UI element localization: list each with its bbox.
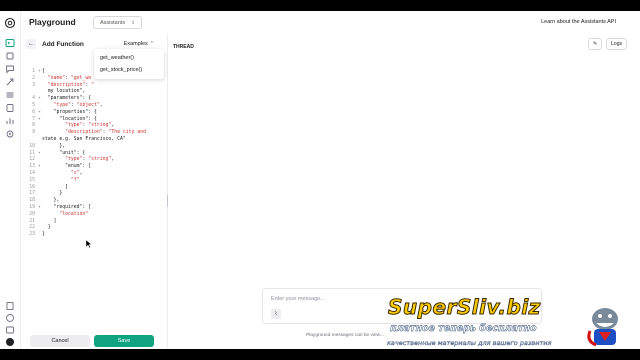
example-option-get-stock-price[interactable]: get_stock_price(): [94, 64, 164, 76]
mouse-cursor-icon: [86, 240, 92, 248]
line-number: 18: [29, 198, 35, 204]
examples-label: Examples: [123, 41, 148, 47]
usage-icon[interactable]: [5, 116, 15, 126]
code-text: }: [42, 232, 45, 238]
chat-icon[interactable]: [5, 64, 15, 74]
shark-mascot-icon: [587, 308, 618, 347]
line-number: 4: [32, 96, 35, 102]
line-number: 14: [29, 170, 35, 176]
mode-select-value: Assistants: [100, 19, 126, 26]
code-text: },: [42, 143, 66, 149]
thread-label: THREAD: [173, 44, 194, 50]
code-line: state e.g. San Francisco, CA": [20, 137, 167, 144]
settings-icon[interactable]: [5, 129, 15, 139]
examples-dropdown: get_weather() get_stock_price(): [94, 49, 164, 79]
line-number: [20, 89, 38, 96]
storage-icon[interactable]: [5, 103, 15, 113]
code-text: state e.g. San Francisco, CA": [42, 136, 126, 142]
finetune-icon[interactable]: [5, 77, 15, 87]
chevron-updown-icon: ⇕: [131, 19, 136, 26]
code-line: 19 ▾ "required": [: [20, 205, 167, 212]
top-header: Playground Assistants ⇕ Learn about the …: [20, 11, 640, 33]
code-text: "enum": [: [42, 164, 92, 170]
function-editor-panel: ← Add Function Examples ⌃ 1 ▾{2 "name": "…: [20, 33, 168, 349]
assistants-icon[interactable]: [5, 51, 15, 61]
examples-button[interactable]: Examples ⌃: [124, 41, 154, 47]
code-line: 9 "description": "The city and: [20, 130, 167, 137]
mode-select[interactable]: Assistants ⇕: [93, 16, 143, 29]
code-line: 15 "f": [20, 178, 167, 185]
line-number: 9: [32, 130, 35, 136]
line-number: 6: [32, 109, 35, 115]
code-text: "description": "The city and: [42, 130, 146, 136]
panel-title: Add Function: [42, 41, 84, 48]
thread-panel: THREAD: [167, 33, 260, 349]
line-number: 7: [32, 116, 35, 122]
watermark-subtitle: платное теперь бесплатно: [390, 323, 537, 334]
code-text: },: [42, 198, 60, 204]
watermark: SuperSliv.biz платное теперь бесплатно к…: [384, 293, 634, 355]
openai-logo-icon[interactable]: [4, 17, 16, 29]
paperclip-icon: ⌇: [274, 311, 278, 317]
code-line: 13 ▾ "enum": [: [20, 164, 167, 171]
line-number: [20, 137, 38, 144]
line-number: 19: [29, 204, 35, 210]
code-text: "c",: [42, 170, 83, 176]
code-line: 20 "location": [20, 212, 167, 219]
org-icon[interactable]: [5, 325, 15, 335]
line-number: 13: [29, 164, 35, 170]
code-text: "name": "get_we: [42, 75, 92, 81]
batches-icon[interactable]: [5, 90, 15, 100]
letterbox-bottom: [0, 349, 640, 360]
example-option-get-weather[interactable]: get_weather(): [94, 52, 164, 64]
line-number: 2: [32, 75, 35, 81]
code-text: "location": [42, 211, 89, 217]
clear-thread-button[interactable]: ✎: [587, 38, 603, 50]
code-line: 10 },: [20, 144, 167, 151]
code-line: 5 "type": "object",: [20, 103, 167, 110]
cancel-button[interactable]: Cancel: [30, 335, 90, 347]
playground-app: Playground Assistants ⇕ Learn about the …: [0, 11, 640, 349]
docs-icon[interactable]: [5, 301, 15, 311]
code-line: 23}: [20, 232, 167, 239]
code-text: {: [42, 69, 45, 74]
code-text: "type": "object",: [42, 102, 103, 108]
code-line: 4 ▾ "parameters": {: [20, 96, 167, 103]
code-line: 6 ▾ "properties": {: [20, 110, 167, 117]
line-number: 23: [29, 232, 35, 238]
sidebar-rail: [0, 11, 21, 349]
line-number: 3: [32, 82, 35, 88]
logs-button[interactable]: Logs: [606, 38, 627, 50]
code-text: "properties": {: [42, 109, 97, 115]
broom-icon: ✎: [592, 41, 598, 47]
learn-assistants-link[interactable]: Learn about the Assistants API: [541, 19, 616, 25]
attach-button[interactable]: ⌇: [271, 309, 281, 319]
line-number: 10: [29, 143, 35, 149]
code-text: "parameters": {: [42, 96, 92, 102]
watermark-subtitle-2: качественные материалы для вашего развит…: [387, 339, 552, 347]
resize-handle[interactable]: [167, 195, 168, 207]
line-number: 8: [32, 123, 35, 129]
code-text: "required": [: [42, 204, 92, 210]
thread-toolbar: ✎ Logs: [587, 38, 627, 50]
line-number: 1: [32, 69, 35, 74]
letterbox-top: [0, 0, 640, 11]
code-text: "f": [42, 177, 80, 183]
line-number: 15: [29, 177, 35, 183]
playground-icon[interactable]: [5, 38, 15, 48]
privacy-notice: Playground messages can be view...: [306, 333, 384, 338]
chevron-up-icon: ⌃: [149, 41, 154, 47]
arrow-left-icon: ←: [28, 41, 34, 47]
line-number: 20: [29, 211, 35, 217]
line-number: 5: [32, 102, 35, 108]
user-avatar-icon[interactable]: [5, 337, 15, 347]
help-icon[interactable]: [5, 313, 15, 323]
code-line: 18 },: [20, 198, 167, 205]
back-button[interactable]: ←: [26, 39, 36, 49]
save-button[interactable]: Save: [94, 335, 154, 347]
page-title: Playground: [29, 17, 76, 27]
function-json-editor[interactable]: 1 ▾{2 "name": "get_we 3 "description": " m…: [20, 69, 167, 239]
code-line: 14 "c",: [20, 171, 167, 178]
watermark-title: SuperSliv.biz: [388, 295, 541, 320]
